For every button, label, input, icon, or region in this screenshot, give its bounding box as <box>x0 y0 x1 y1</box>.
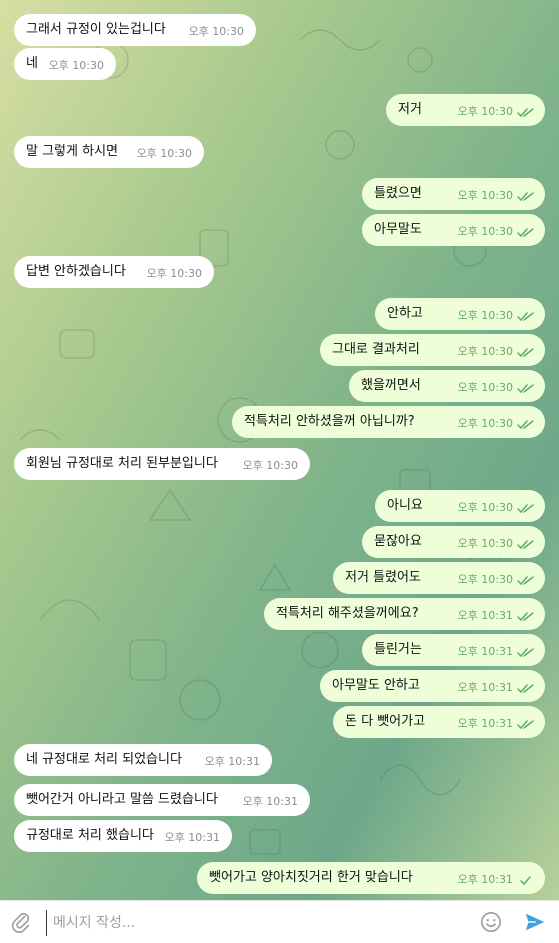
double-check-icon <box>517 576 534 586</box>
outgoing-message[interactable]: 틀렸으면 오후 10:30 <box>362 178 545 210</box>
message-time: 오후 10:30 <box>457 105 513 118</box>
double-check-icon <box>517 348 534 358</box>
incoming-message[interactable]: 답변 안하겠습니다 오후 10:30 <box>14 256 214 288</box>
message-time: 오후 10:30 <box>188 25 244 38</box>
double-check-icon <box>517 108 534 118</box>
outgoing-message[interactable]: 했을꺼면서 오후 10:30 <box>349 370 545 402</box>
message-text: 네 규정대로 처리 되었습니다 <box>26 752 182 767</box>
double-check-icon <box>517 720 534 730</box>
outgoing-message[interactable]: 아무말도 안하고 오후 10:31 <box>320 670 545 702</box>
smiley-icon[interactable] <box>480 911 502 933</box>
incoming-message[interactable]: 말 그렇게 하시면 오후 10:30 <box>14 136 204 168</box>
message-time: 오후 10:30 <box>457 381 513 394</box>
outgoing-message[interactable]: 틀린거는 오후 10:31 <box>362 634 545 666</box>
message-time: 오후 10:30 <box>457 189 513 202</box>
message-time: 오후 10:31 <box>457 681 513 694</box>
message-time: 오후 10:30 <box>48 59 104 72</box>
incoming-message[interactable]: 뺏어간거 아니라고 말씀 드렸습니다 오후 10:31 <box>14 784 310 816</box>
double-check-icon <box>517 540 534 550</box>
message-text: 저거 <box>398 102 422 117</box>
double-check-icon <box>517 420 534 430</box>
message-text: 했을꺼면서 <box>361 378 421 393</box>
double-check-icon <box>517 192 534 202</box>
message-text: 네 <box>26 56 38 71</box>
message-text: 적특처리 안하셨을꺼 아닙니까? <box>244 414 415 429</box>
message-input[interactable] <box>46 910 455 936</box>
single-check-icon <box>520 876 531 886</box>
message-text: 규정대로 처리 했습니다 <box>26 828 154 843</box>
message-text: 저거 틀렸어도 <box>345 570 421 585</box>
double-check-icon <box>517 684 534 694</box>
message-text: 말 그렇게 하시면 <box>26 144 118 159</box>
incoming-message[interactable]: 네 오후 10:30 <box>14 48 116 80</box>
message-time: 오후 10:31 <box>242 795 298 808</box>
double-check-icon <box>517 648 534 658</box>
message-text: 그대로 결과처리 <box>332 342 420 357</box>
outgoing-message[interactable]: 저거 오후 10:30 <box>386 94 545 126</box>
message-text: 아무말도 <box>374 222 422 237</box>
message-time: 오후 10:30 <box>242 459 298 472</box>
double-check-icon <box>517 312 534 322</box>
incoming-message[interactable]: 그래서 규정이 있는겁니다 오후 10:30 <box>14 14 256 46</box>
message-time: 오후 10:30 <box>457 225 513 238</box>
message-time: 오후 10:30 <box>457 345 513 358</box>
message-time: 오후 10:31 <box>457 609 513 622</box>
paperclip-icon[interactable] <box>10 911 32 933</box>
message-text: 답변 안하겠습니다 <box>26 264 126 279</box>
incoming-message[interactable]: 네 규정대로 처리 되었습니다 오후 10:31 <box>14 744 272 776</box>
message-text: 그래서 규정이 있는겁니다 <box>26 22 166 37</box>
message-text: 안하고 <box>387 306 423 321</box>
message-text: 뺏어간거 아니라고 말씀 드렸습니다 <box>26 792 218 807</box>
message-text: 적특처리 해주셨을꺼에요? <box>276 606 419 621</box>
incoming-message[interactable]: 회원님 규정대로 처리 된부분입니다 오후 10:30 <box>14 448 310 480</box>
message-time: 오후 10:30 <box>457 417 513 430</box>
double-check-icon <box>517 504 534 514</box>
message-text: 틀렸으면 <box>374 186 422 201</box>
outgoing-message[interactable]: 적특처리 해주셨을꺼에요? 오후 10:31 <box>264 598 545 630</box>
incoming-message[interactable]: 규정대로 처리 했습니다 오후 10:31 <box>14 820 232 852</box>
message-text: 묻잖아요 <box>374 534 422 549</box>
message-time: 오후 10:30 <box>457 501 513 514</box>
double-check-icon <box>517 612 534 622</box>
message-text: 뺏어가고 양아치짓거리 한거 맞습니다 <box>209 870 413 885</box>
send-icon[interactable] <box>523 911 547 933</box>
message-text: 돈 다 뺏어가고 <box>345 714 426 729</box>
message-time: 오후 10:31 <box>457 873 513 886</box>
message-text: 회원님 규정대로 처리 된부분입니다 <box>26 456 218 471</box>
message-time: 오후 10:30 <box>457 537 513 550</box>
message-text: 틀린거는 <box>374 642 422 657</box>
outgoing-message[interactable]: 적특처리 안하셨을꺼 아닙니까? 오후 10:30 <box>232 406 545 438</box>
message-composer <box>0 900 559 943</box>
double-check-icon <box>517 228 534 238</box>
message-time: 오후 10:31 <box>457 645 513 658</box>
message-time: 오후 10:31 <box>457 717 513 730</box>
outgoing-message[interactable]: 저거 틀렸어도 오후 10:30 <box>333 562 545 594</box>
double-check-icon <box>517 384 534 394</box>
outgoing-message[interactable]: 안하고 오후 10:30 <box>375 298 545 330</box>
message-time: 오후 10:31 <box>204 755 260 768</box>
outgoing-message[interactable]: 묻잖아요 오후 10:30 <box>362 526 545 558</box>
outgoing-message[interactable]: 돈 다 뺏어가고 오후 10:31 <box>333 706 545 738</box>
message-text: 아무말도 안하고 <box>332 678 420 693</box>
outgoing-message[interactable]: 아니요 오후 10:30 <box>375 490 545 522</box>
message-time: 오후 10:31 <box>164 831 220 844</box>
outgoing-message[interactable]: 그대로 결과처리 오후 10:30 <box>320 334 545 366</box>
message-time: 오후 10:30 <box>457 573 513 586</box>
message-list[interactable]: 그래서 규정이 있는겁니다 오후 10:30 네 오후 10:30 저거 오후 10:30… <box>0 0 559 900</box>
outgoing-message[interactable]: 뺏어가고 양아치짓거리 한거 맞습니다 오후 10:31 <box>197 862 545 894</box>
outgoing-message[interactable]: 아무말도 오후 10:30 <box>362 214 545 246</box>
message-time: 오후 10:30 <box>136 147 192 160</box>
message-text: 아니요 <box>387 498 423 513</box>
message-time: 오후 10:30 <box>146 267 202 280</box>
message-time: 오후 10:30 <box>457 309 513 322</box>
